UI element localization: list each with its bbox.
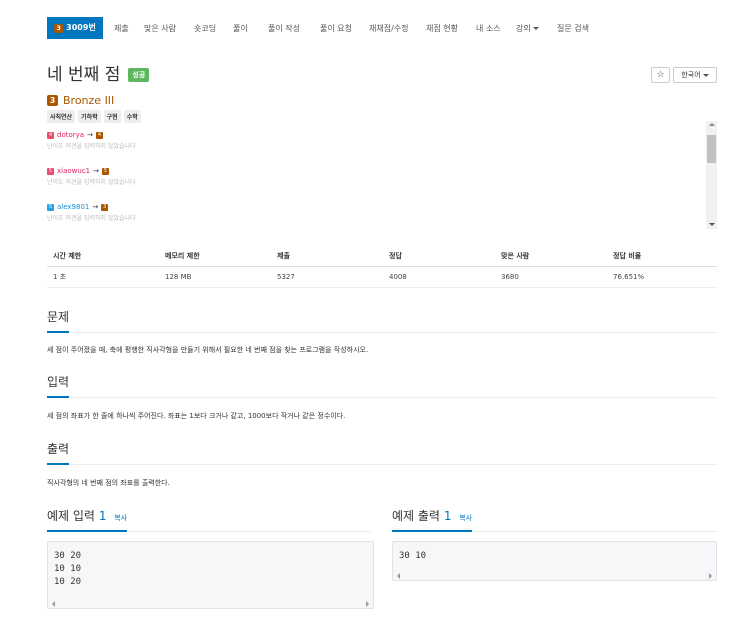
sample-input-label: 예제 입력 xyxy=(47,509,95,523)
section-title: 예제 출력 1 복사 xyxy=(392,507,473,532)
nav-problem-label: 3009번 xyxy=(66,23,96,32)
language-dropdown[interactable]: 한국어 xyxy=(673,67,717,83)
nav-question-search[interactable]: 질문 검색 xyxy=(557,19,589,39)
user-tier-icon: 5 xyxy=(47,167,54,175)
section-title: 입력 xyxy=(47,373,70,398)
chevron-down-icon xyxy=(532,27,539,30)
list-item: 5 alex9801 → 3 난이도 의견을 입력하지 않았습니다 xyxy=(47,203,647,222)
nav-my-source[interactable]: 내 소스 xyxy=(476,19,501,39)
sample-output-header: 예제 출력 1 복사 xyxy=(392,505,717,532)
table-row: 1 초 128 MB 5327 4008 3680 76.651% xyxy=(47,266,717,288)
copy-output-button[interactable]: 복사 xyxy=(459,514,472,522)
scroll-up-icon[interactable] xyxy=(709,123,715,126)
problem-section-header: 문제 xyxy=(47,306,717,333)
nav-status[interactable]: 채점 현황 xyxy=(426,19,458,39)
user-tier-icon: 5 xyxy=(47,203,54,211)
tier-badge-icon: 3 xyxy=(54,23,64,33)
sample-number: 1 xyxy=(98,509,107,523)
col-time-limit: 시간 제한 xyxy=(47,246,159,267)
problem-tier: 3 Bronze III xyxy=(47,94,114,107)
horizontal-scrollbar[interactable] xyxy=(48,598,373,608)
list-item: 5 xiaowuc1 → 5 난이도 의견을 입력하지 않았습니다 xyxy=(47,167,647,186)
nav-problem-number[interactable]: 3 3009번 xyxy=(47,17,103,39)
user-link[interactable]: alex9801 xyxy=(57,203,89,211)
input-section-header: 입력 xyxy=(47,371,717,398)
arrow-right-icon: → xyxy=(92,203,99,211)
difficulty-opinions: 4 dotorya → 4 난이도 의견을 입력하지 않았습니다 5 xiaow… xyxy=(47,121,717,231)
output-section-header: 출력 xyxy=(47,438,717,465)
sample-output-label: 예제 출력 xyxy=(392,509,440,523)
user-tier-icon: 4 xyxy=(47,131,54,139)
opinions-scrollbar[interactable] xyxy=(706,121,717,229)
top-nav: 3 3009번 제출 맞은 사람 숏코딩 풀이 풀이 작성 풀이 요청 재채점/… xyxy=(0,0,743,40)
col-solved-users: 맞은 사람 xyxy=(495,246,607,267)
tier-label: Bronze III xyxy=(63,94,115,107)
sample-output-code: 30 10 xyxy=(399,551,427,561)
memory-limit-value: 128 MB xyxy=(159,266,271,288)
scroll-down-icon[interactable] xyxy=(709,223,715,226)
scroll-thumb[interactable] xyxy=(707,135,716,163)
accepted-value: 4008 xyxy=(383,266,495,288)
list-item: 4 dotorya → 4 난이도 의견을 입력하지 않았습니다 xyxy=(47,131,647,150)
sample-output-box[interactable]: 30 10 xyxy=(392,541,717,581)
nav-lectures[interactable]: 강의 xyxy=(516,19,539,39)
bronze-tier-icon: 3 xyxy=(47,95,58,106)
col-submissions: 제출 xyxy=(271,246,383,267)
col-memory-limit: 메모리 제한 xyxy=(159,246,271,267)
nav-solved-users[interactable]: 맞은 사람 xyxy=(144,19,176,39)
nav-submit[interactable]: 제출 xyxy=(114,19,129,39)
copy-input-button[interactable]: 복사 xyxy=(114,514,127,522)
user-link[interactable]: xiaowuc1 xyxy=(57,167,90,175)
scroll-left-icon[interactable] xyxy=(52,601,55,607)
ratio-value: 76.651% xyxy=(607,266,717,288)
opinion-note: 난이도 의견을 입력하지 않았습니다 xyxy=(47,215,136,222)
col-accepted: 정답 xyxy=(383,246,495,267)
table-header-row: 시간 제한 메모리 제한 제출 정답 맞은 사람 정답 비율 xyxy=(47,246,717,267)
user-link[interactable]: dotorya xyxy=(57,131,84,139)
opinion-note: 난이도 의견을 입력하지 않았습니다 xyxy=(47,143,136,150)
sample-input-box[interactable]: 30 20 10 10 10 20 xyxy=(47,541,374,609)
opinion-tier-icon: 3 xyxy=(101,203,109,211)
arrow-right-icon: → xyxy=(93,167,99,175)
opinion-tier-icon: 5 xyxy=(102,167,109,175)
nav-lectures-label: 강의 xyxy=(516,24,531,33)
submissions-value: 5327 xyxy=(271,266,383,288)
nav-request-solution[interactable]: 풀이 요청 xyxy=(320,19,352,39)
chevron-down-icon xyxy=(702,73,709,77)
section-title: 예제 입력 1 복사 xyxy=(47,507,128,532)
section-title: 출력 xyxy=(47,440,70,465)
nav-write-solution[interactable]: 풀이 작성 xyxy=(268,19,300,39)
nav-short-coding[interactable]: 숏코딩 xyxy=(194,19,216,39)
sample-input-header: 예제 입력 1 복사 xyxy=(47,505,372,532)
stats-table: 시간 제한 메모리 제한 제출 정답 맞은 사람 정답 비율 1 초 128 M… xyxy=(47,246,717,288)
scroll-right-icon[interactable] xyxy=(709,573,712,579)
input-description: 세 점의 좌표가 한 줄에 하나씩 주어진다. 좌표는 1보다 크거나 같고, … xyxy=(47,412,346,420)
arrow-right-icon: → xyxy=(87,131,93,139)
time-limit-value: 1 초 xyxy=(47,266,159,288)
opinion-note: 난이도 의견을 입력하지 않았습니다 xyxy=(47,179,136,186)
solved-users-value: 3680 xyxy=(495,266,607,288)
nav-solutions[interactable]: 풀이 xyxy=(233,19,248,39)
star-button[interactable]: ☆ xyxy=(651,67,670,83)
horizontal-scrollbar[interactable] xyxy=(393,570,716,580)
sample-input-code: 30 20 10 10 10 20 xyxy=(54,551,82,587)
section-title: 문제 xyxy=(47,308,70,333)
output-description: 직사각형의 네 번째 점의 좌표를 출력한다. xyxy=(47,479,170,487)
problem-description: 세 점이 주어졌을 때, 축에 평행한 직사각형을 만들기 위해서 필요한 네 … xyxy=(47,346,369,354)
scroll-left-icon[interactable] xyxy=(397,573,400,579)
scroll-right-icon[interactable] xyxy=(366,601,369,607)
page-title: 네 번째 점 xyxy=(47,65,121,85)
opinion-tier-icon: 4 xyxy=(95,131,103,139)
problem-header: 네 번째 점 성공 xyxy=(47,60,150,85)
status-badge: 성공 xyxy=(128,67,150,82)
sample-number: 1 xyxy=(443,509,452,523)
nav-rejudge[interactable]: 재채점/수정 xyxy=(369,19,409,39)
col-ratio: 정답 비율 xyxy=(607,246,717,267)
language-label: 한국어 xyxy=(681,71,701,79)
